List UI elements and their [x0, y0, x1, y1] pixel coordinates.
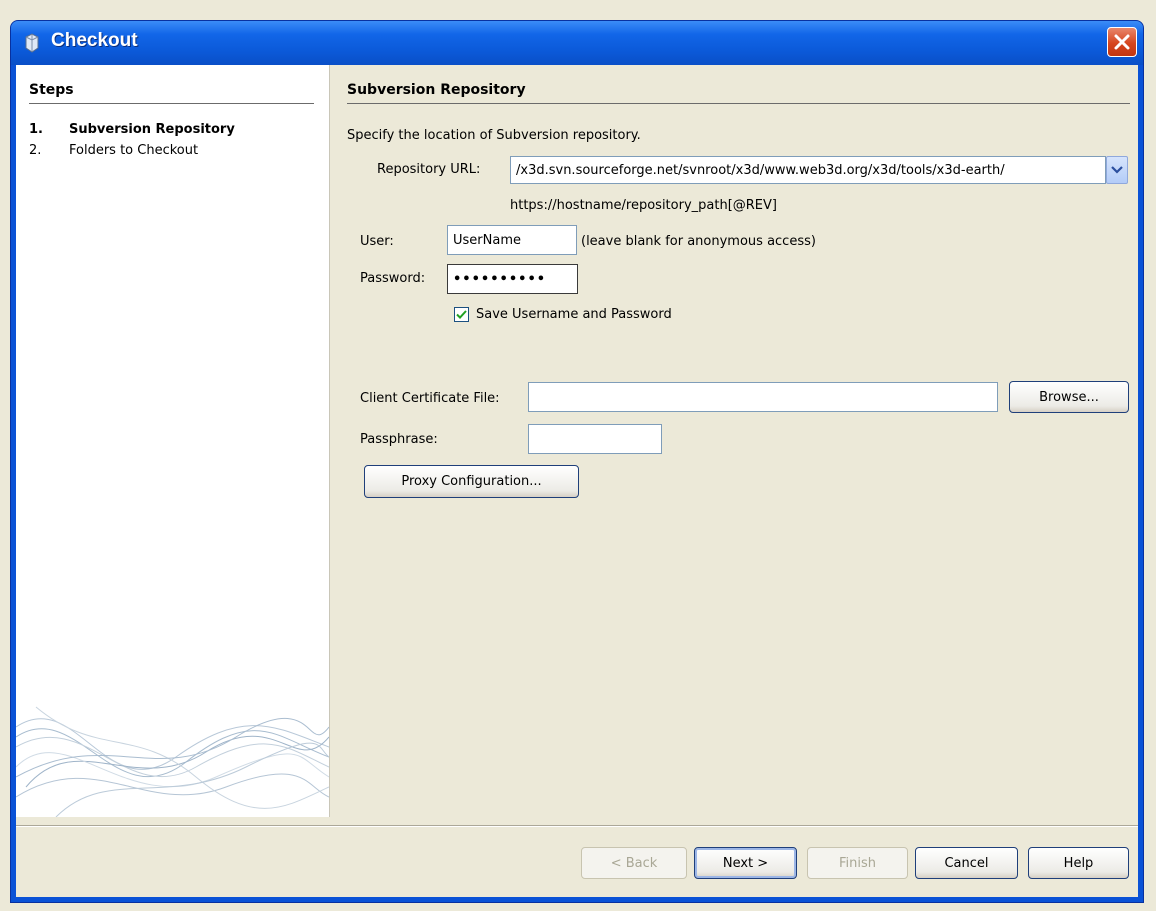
- checkmark-icon: [456, 310, 467, 319]
- client-certificate-label: Client Certificate File:: [360, 391, 500, 406]
- browse-button[interactable]: Browse...: [1009, 381, 1129, 413]
- step-label: Folders to Checkout: [69, 143, 199, 158]
- dialog-body: Steps 1. Subversion Repository 2. Folders …: [16, 65, 1138, 897]
- user-input[interactable]: UserName: [447, 225, 577, 255]
- repository-url-hint: https://hostname/repository_path[@REV]: [510, 198, 777, 213]
- decorative-wave-graphic: [16, 706, 329, 817]
- step-label: Subversion Repository: [69, 122, 235, 137]
- repository-url-combo[interactable]: /x3d.svn.sourceforge.net/svnroot/x3d/www…: [510, 156, 1106, 184]
- section-divider: [347, 103, 1130, 104]
- steps-divider: [29, 103, 314, 104]
- main-panel: Subversion Repository Specify the locati…: [347, 65, 1138, 817]
- chevron-down-icon: [1111, 166, 1123, 174]
- save-credentials-label: Save Username and Password: [476, 307, 672, 322]
- user-hint: (leave blank for anonymous access): [581, 234, 816, 249]
- step-number: 1.: [29, 122, 43, 137]
- repository-url-dropdown-button[interactable]: [1106, 156, 1128, 184]
- password-label: Password:: [360, 271, 426, 286]
- step-item-subversion-repository: 1. Subversion Repository: [29, 122, 235, 137]
- passphrase-label: Passphrase:: [360, 432, 438, 447]
- step-item-folders-to-checkout: 2. Folders to Checkout: [29, 143, 198, 158]
- passphrase-input[interactable]: [528, 424, 662, 454]
- section-heading: Subversion Repository: [347, 82, 526, 98]
- finish-button[interactable]: Finish: [807, 847, 908, 879]
- save-credentials-checkbox[interactable]: [454, 307, 469, 322]
- proxy-configuration-button[interactable]: Proxy Configuration...: [364, 465, 579, 498]
- back-button[interactable]: < Back: [581, 847, 687, 879]
- close-icon: [1114, 34, 1130, 50]
- footer-separator: [16, 825, 1138, 827]
- window-title: Checkout: [51, 30, 138, 51]
- steps-heading: Steps: [29, 82, 74, 98]
- steps-panel: Steps 1. Subversion Repository 2. Folders …: [16, 65, 330, 817]
- password-input[interactable]: ••••••••••: [447, 264, 578, 294]
- description-text: Specify the location of Subversion repos…: [347, 128, 641, 143]
- client-certificate-input[interactable]: [528, 382, 998, 412]
- repository-url-label: Repository URL:: [377, 162, 481, 177]
- checkout-dialog: Checkout Steps 1. Subversion Repository 2…: [10, 20, 1144, 903]
- user-label: User:: [360, 234, 394, 249]
- repository-icon: [25, 33, 39, 53]
- next-button[interactable]: Next >: [694, 847, 797, 879]
- help-button[interactable]: Help: [1028, 847, 1129, 879]
- cancel-button[interactable]: Cancel: [915, 847, 1018, 879]
- step-number: 2.: [29, 143, 42, 158]
- close-button[interactable]: [1107, 27, 1137, 57]
- title-bar[interactable]: Checkout: [11, 21, 1143, 65]
